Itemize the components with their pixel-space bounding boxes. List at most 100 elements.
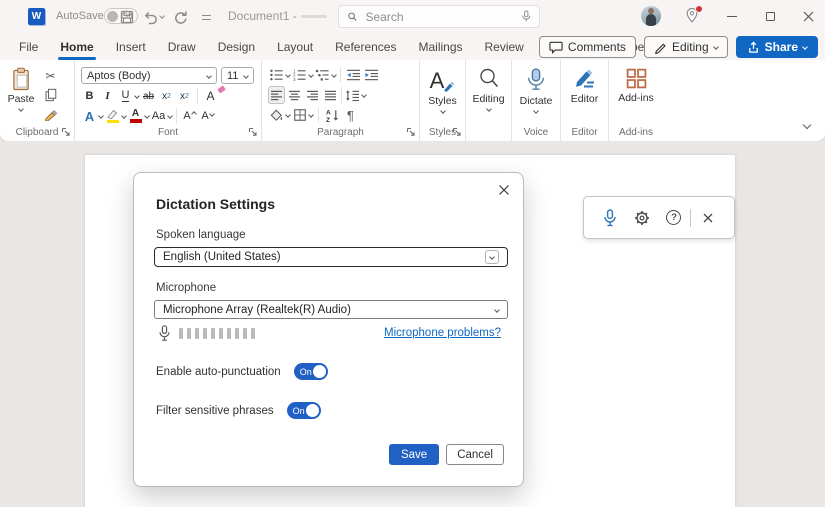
search-mic-icon[interactable] bbox=[521, 9, 532, 24]
bullets-button[interactable] bbox=[268, 66, 285, 84]
redo-button[interactable] bbox=[170, 7, 190, 27]
microphone-select[interactable]: Microphone Array (Realtek(R) Audio) bbox=[154, 300, 508, 319]
justify-button[interactable] bbox=[322, 86, 339, 104]
clipboard-dialog-launcher[interactable] bbox=[61, 127, 71, 137]
paste-button[interactable]: Paste bbox=[0, 65, 42, 122]
grow-font-button[interactable]: A bbox=[181, 107, 198, 125]
styles-dialog-launcher[interactable] bbox=[452, 127, 462, 137]
auto-punctuation-toggle[interactable]: On bbox=[294, 363, 328, 380]
numbering-button[interactable]: 1 2 3 bbox=[291, 66, 308, 84]
collapse-ribbon-chevron-icon[interactable] bbox=[803, 121, 811, 129]
font-color-chevron-icon[interactable] bbox=[144, 113, 150, 119]
dictate-button[interactable]: Dictate bbox=[512, 65, 560, 113]
comments-button[interactable]: Comments bbox=[539, 36, 636, 58]
dictation-mic-button[interactable] bbox=[598, 203, 623, 233]
editing-mode-button[interactable]: Editing bbox=[644, 36, 728, 58]
pencil-icon bbox=[654, 41, 667, 54]
align-left-button[interactable] bbox=[268, 86, 285, 104]
spoken-language-select[interactable]: English (United States) bbox=[154, 247, 508, 267]
change-case-chevron-icon[interactable] bbox=[167, 113, 173, 119]
copy-button[interactable] bbox=[42, 87, 59, 102]
search-box[interactable] bbox=[338, 5, 540, 28]
editing-button[interactable]: Editing bbox=[466, 65, 511, 111]
font-name-combobox[interactable]: Aptos (Body) bbox=[81, 67, 217, 84]
save-button[interactable] bbox=[117, 7, 137, 27]
font-color-button[interactable]: A bbox=[127, 107, 144, 125]
shading-button[interactable] bbox=[268, 106, 285, 124]
dictate-chevron-icon bbox=[533, 108, 539, 114]
bold-button[interactable]: B bbox=[81, 87, 98, 105]
tab-home[interactable]: Home bbox=[49, 33, 104, 60]
paste-label: Paste bbox=[8, 93, 35, 105]
borders-button[interactable] bbox=[291, 106, 308, 124]
dictation-close-button[interactable] bbox=[695, 203, 720, 233]
styles-button[interactable]: A Styles bbox=[420, 65, 465, 113]
search-input[interactable] bbox=[366, 10, 521, 24]
text-effects-button[interactable]: A bbox=[81, 107, 98, 125]
maximize-button[interactable] bbox=[753, 0, 787, 33]
share-button[interactable]: Share bbox=[736, 36, 818, 58]
multilevel-chevron-icon[interactable] bbox=[331, 72, 337, 78]
window-close-button[interactable] bbox=[791, 0, 825, 33]
user-avatar[interactable] bbox=[641, 6, 661, 26]
save-dialog-button[interactable]: Save bbox=[389, 444, 439, 465]
change-case-button[interactable]: Aa bbox=[150, 107, 167, 125]
dictation-help-button[interactable]: ? bbox=[662, 203, 687, 233]
format-painter-button[interactable] bbox=[42, 107, 59, 122]
undo-button[interactable] bbox=[140, 7, 160, 27]
addins-button[interactable]: Add-ins bbox=[609, 65, 663, 104]
editor-button[interactable]: Editor bbox=[561, 65, 608, 105]
show-formatting-marks-button[interactable]: ¶ bbox=[342, 106, 359, 124]
multilevel-list-button[interactable] bbox=[314, 66, 331, 84]
mic-level-segment bbox=[203, 328, 207, 339]
tab-design[interactable]: Design bbox=[207, 33, 266, 60]
tab-draw[interactable]: Draw bbox=[157, 33, 207, 60]
font-size-chevron-icon bbox=[243, 73, 249, 79]
spoken-language-dropdown-button[interactable] bbox=[485, 250, 499, 264]
tab-insert[interactable]: Insert bbox=[105, 33, 157, 60]
font-dialog-launcher[interactable] bbox=[248, 127, 258, 137]
borders-chevron-icon[interactable] bbox=[308, 112, 314, 118]
font-size-combobox[interactable]: 11 bbox=[221, 67, 254, 84]
increase-indent-button[interactable] bbox=[363, 66, 380, 84]
sort-button[interactable]: A Z bbox=[324, 106, 341, 124]
align-right-button[interactable] bbox=[304, 86, 321, 104]
clear-formatting-button[interactable]: A bbox=[202, 87, 219, 105]
text-effects-chevron-icon[interactable] bbox=[98, 113, 104, 119]
dialog-close-button[interactable] bbox=[494, 180, 514, 200]
cut-button[interactable]: ✂ bbox=[42, 68, 59, 83]
quick-access-menu-icon[interactable] bbox=[196, 7, 216, 27]
decrease-indent-button[interactable] bbox=[345, 66, 362, 84]
shading-chevron-icon[interactable] bbox=[285, 112, 291, 118]
word-app-icon[interactable]: W bbox=[28, 8, 45, 25]
mic-level-icon bbox=[158, 325, 171, 342]
filter-phrases-toggle[interactable]: On bbox=[287, 402, 321, 419]
italic-button[interactable]: I bbox=[99, 87, 116, 105]
line-spacing-chevron-icon[interactable] bbox=[361, 92, 367, 98]
undo-dropdown-chevron-icon[interactable] bbox=[159, 13, 165, 19]
underline-chevron-icon[interactable] bbox=[134, 93, 140, 99]
microphone-problems-link[interactable]: Microphone problems? bbox=[384, 327, 501, 339]
superscript-button[interactable]: x2 bbox=[176, 87, 193, 105]
numbering-chevron-icon[interactable] bbox=[308, 72, 314, 78]
underline-button[interactable]: U bbox=[117, 87, 134, 105]
tab-references[interactable]: References bbox=[324, 33, 407, 60]
bullets-chevron-icon[interactable] bbox=[285, 72, 291, 78]
shrink-font-button[interactable]: A bbox=[199, 107, 216, 125]
notification-badge bbox=[695, 5, 703, 13]
line-spacing-button[interactable] bbox=[344, 86, 361, 104]
tab-mailings[interactable]: Mailings bbox=[407, 33, 473, 60]
highlight-button[interactable] bbox=[104, 107, 121, 125]
subscript-button[interactable]: x2 bbox=[158, 87, 175, 105]
highlight-chevron-icon[interactable] bbox=[121, 113, 127, 119]
notification-pin-icon[interactable] bbox=[684, 7, 702, 26]
dictation-settings-button[interactable] bbox=[630, 203, 655, 233]
tab-file[interactable]: File bbox=[8, 33, 49, 60]
strikethrough-button[interactable]: ab bbox=[140, 87, 157, 105]
tab-review[interactable]: Review bbox=[474, 33, 535, 60]
paragraph-dialog-launcher[interactable] bbox=[406, 127, 416, 137]
tab-layout[interactable]: Layout bbox=[266, 33, 324, 60]
align-center-button[interactable] bbox=[286, 86, 303, 104]
cancel-dialog-button[interactable]: Cancel bbox=[446, 444, 504, 465]
minimize-button[interactable] bbox=[715, 0, 749, 33]
